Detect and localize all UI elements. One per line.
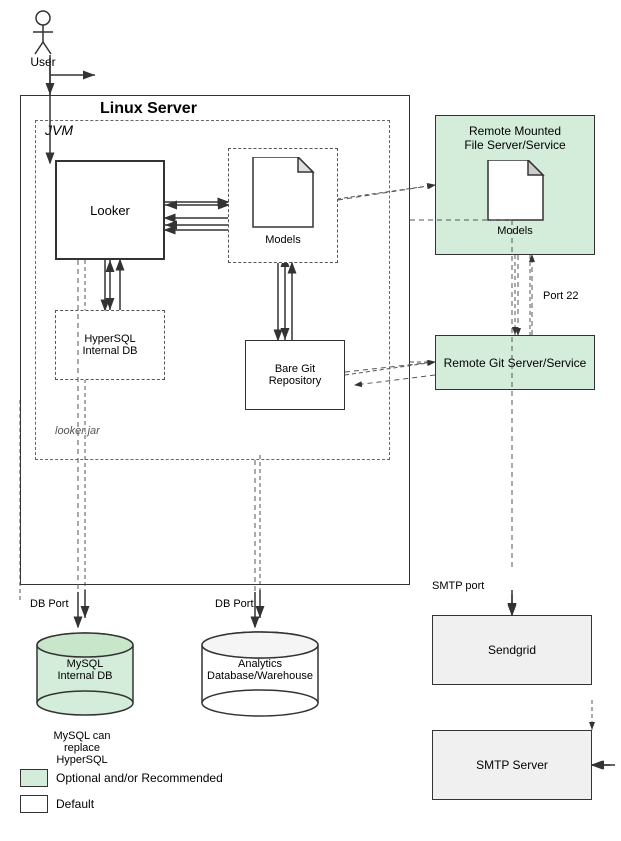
hypersql-label: HyperSQLInternal DB bbox=[82, 333, 137, 357]
smtp-server-box: SMTP Server bbox=[432, 730, 592, 800]
remote-git-box: Remote Git Server/Service bbox=[435, 335, 595, 390]
legend-default-label: Default bbox=[56, 797, 94, 811]
legend-white-box bbox=[20, 795, 48, 813]
remote-fs-box: Remote MountedFile Server/Service Models bbox=[435, 115, 595, 255]
bare-git-box: Bare GitRepository bbox=[245, 340, 345, 410]
diagram: User Linux Server JVM Looker Models Hype… bbox=[0, 0, 621, 841]
legend: Optional and/or Recommended Default bbox=[20, 769, 223, 821]
smtp-port-label: SMTP port bbox=[432, 580, 484, 592]
linux-server-label: Linux Server bbox=[100, 100, 197, 118]
mysql-label: MySQLInternal DB bbox=[35, 658, 135, 682]
models-internal-container: Models bbox=[228, 148, 338, 263]
mysql-note: MySQL canreplaceHyperSQL bbox=[22, 730, 142, 766]
user-label: User bbox=[28, 55, 58, 69]
jvm-label: JVM bbox=[45, 122, 73, 138]
models-internal-label: Models bbox=[229, 234, 337, 246]
user-icon bbox=[28, 10, 58, 55]
db-port-right-label: DB Port bbox=[215, 598, 254, 610]
looker-box: Looker bbox=[55, 160, 165, 260]
legend-optional: Optional and/or Recommended bbox=[20, 769, 223, 787]
sendgrid-label: Sendgrid bbox=[488, 643, 536, 657]
sendgrid-box: Sendgrid bbox=[432, 615, 592, 685]
models-internal-document-icon bbox=[248, 157, 318, 232]
analytics-label: AnalyticsDatabase/Warehouse bbox=[195, 658, 325, 682]
remote-fs-label: Remote MountedFile Server/Service bbox=[436, 116, 594, 160]
legend-green-box bbox=[20, 769, 48, 787]
remote-models-document-icon bbox=[483, 160, 548, 225]
legend-default: Default bbox=[20, 795, 223, 813]
remote-models-label: Models bbox=[436, 225, 594, 237]
port22-label: Port 22 bbox=[543, 290, 578, 302]
looker-jar-label: looker.jar bbox=[55, 425, 100, 437]
looker-label: Looker bbox=[90, 203, 130, 218]
user-figure: User bbox=[28, 10, 58, 69]
hypersql-box: HyperSQLInternal DB bbox=[55, 310, 165, 380]
smtp-server-label: SMTP Server bbox=[476, 758, 548, 772]
remote-git-label: Remote Git Server/Service bbox=[444, 356, 587, 370]
bare-git-label: Bare GitRepository bbox=[269, 363, 322, 387]
db-port-left-label: DB Port bbox=[30, 598, 69, 610]
legend-optional-label: Optional and/or Recommended bbox=[56, 771, 223, 785]
